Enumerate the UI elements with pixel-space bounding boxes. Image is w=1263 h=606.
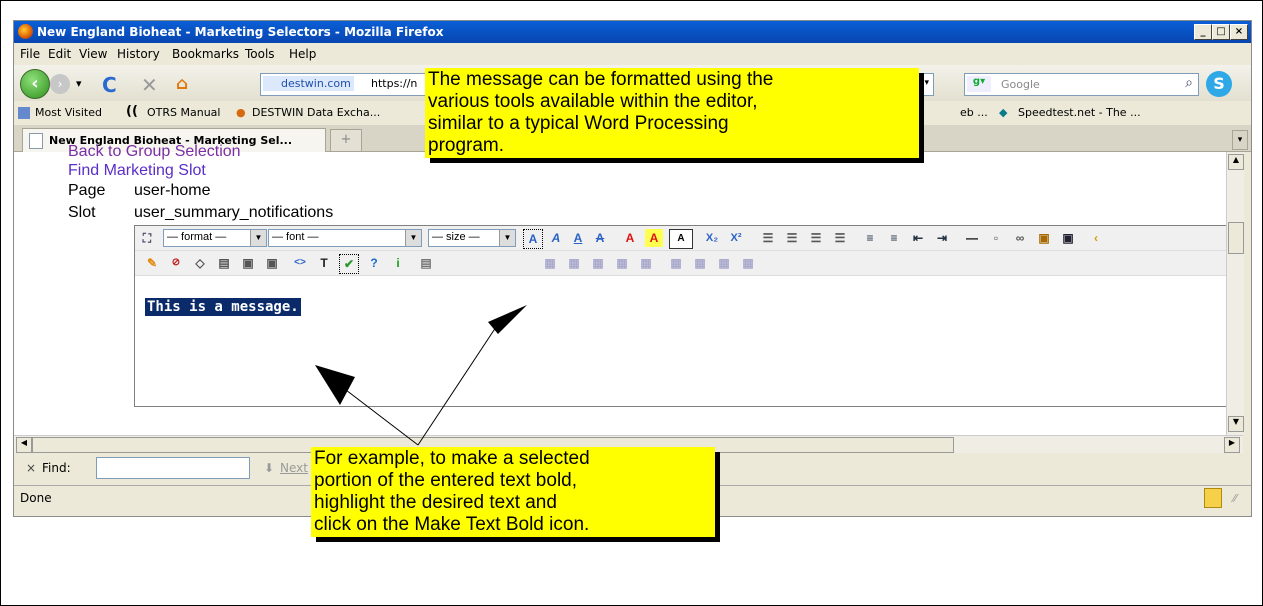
bottom-callout-line-1: For example, to make a selected (314, 448, 590, 469)
bottom-callout-line-2: portion of the entered text bold, (314, 470, 578, 491)
arrow-to-text-head (315, 365, 355, 405)
top-callout-line-3: similar to a typical Word Processing (428, 113, 729, 134)
arrow-to-bold-icon-line (417, 323, 499, 446)
top-callout-line-2: various tools available within the edito… (428, 91, 758, 112)
bottom-callout-line-3: highlight the desired text and (314, 492, 557, 513)
top-callout-line-4: program. (428, 135, 505, 156)
arrow-to-text-line (345, 389, 419, 446)
top-callout-line-1: The message can be formatted using the (428, 69, 774, 90)
top-callout: The message can be formatted using the v… (425, 68, 919, 158)
bottom-callout-line-4: click on the Make Text Bold icon. (314, 514, 590, 535)
bottom-callout: For example, to make a selected portion … (311, 447, 715, 537)
